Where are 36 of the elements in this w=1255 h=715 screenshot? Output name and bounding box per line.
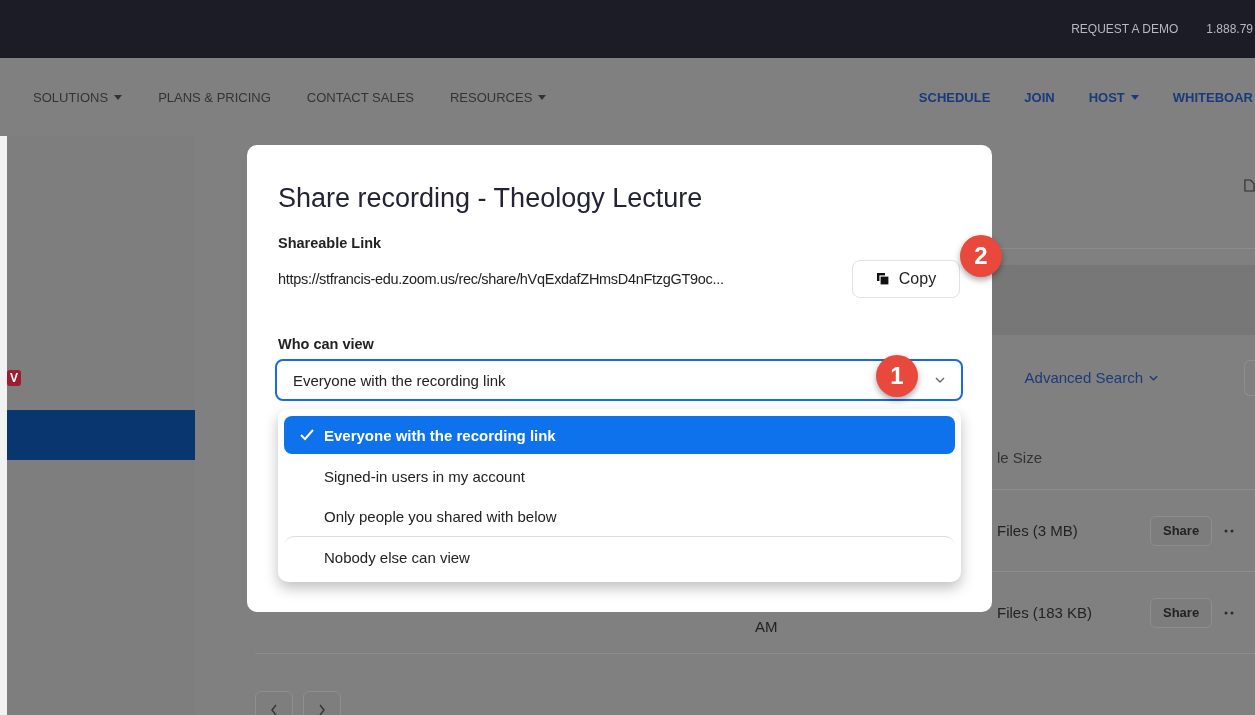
caret-icon[interactable] <box>1130 94 1139 100</box>
nav-link[interactable]: SOLUTIONS <box>33 89 109 105</box>
nav-link[interactable]: SCHEDULE <box>918 89 991 105</box>
copy-button[interactable]: Copy <box>852 260 960 298</box>
share-button[interactable]: Share <box>1150 597 1213 628</box>
notification-badge: V <box>7 370 21 386</box>
dropdown-option[interactable]: Signed-in users in my account <box>284 456 955 496</box>
nav-link[interactable]: CONTACT SALES <box>306 89 414 105</box>
top-link[interactable]: REQUEST A DEMO <box>1071 22 1179 36</box>
table-cell: Files (183 KB) <box>997 604 1093 621</box>
checkmark-icon <box>300 429 314 441</box>
column-header: le Size <box>996 448 1044 466</box>
dropdown-option[interactable]: Everyone with the recording link <box>284 416 955 454</box>
table-cell: AM <box>755 618 778 635</box>
field-label: Shareable Link <box>278 235 383 251</box>
nav-link[interactable]: RESOURCES <box>450 89 533 105</box>
nav-link[interactable]: WHITEBOAR <box>1172 89 1253 105</box>
nav-link[interactable]: JOIN <box>1024 89 1055 105</box>
chevron-down-icon <box>1149 374 1158 381</box>
dropdown-option[interactable]: Nobody else can view <box>284 536 955 577</box>
chevron-left-icon <box>270 704 278 715</box>
field-label: Who can view <box>278 336 375 352</box>
file-icon[interactable] <box>1244 178 1255 192</box>
top-link[interactable]: 1.888.79 <box>1206 22 1253 36</box>
caret-icon[interactable] <box>114 94 123 100</box>
chevron-right-icon <box>318 704 326 715</box>
chevron-down-icon <box>935 377 945 383</box>
nav-link[interactable]: PLANS & PRICING <box>158 89 271 105</box>
caret-icon[interactable] <box>538 94 547 100</box>
nav-link[interactable]: HOST <box>1088 89 1125 105</box>
advanced-search-link[interactable]: Advanced Search <box>1024 369 1158 386</box>
share-button[interactable]: Share <box>1150 515 1213 546</box>
copy-icon <box>875 272 890 286</box>
table-cell: Files (3 MB) <box>997 522 1078 539</box>
dialog-title: Share recording - Theology Lecture <box>278 182 704 215</box>
dropdown-option[interactable]: Only people you shared with below <box>284 496 955 536</box>
